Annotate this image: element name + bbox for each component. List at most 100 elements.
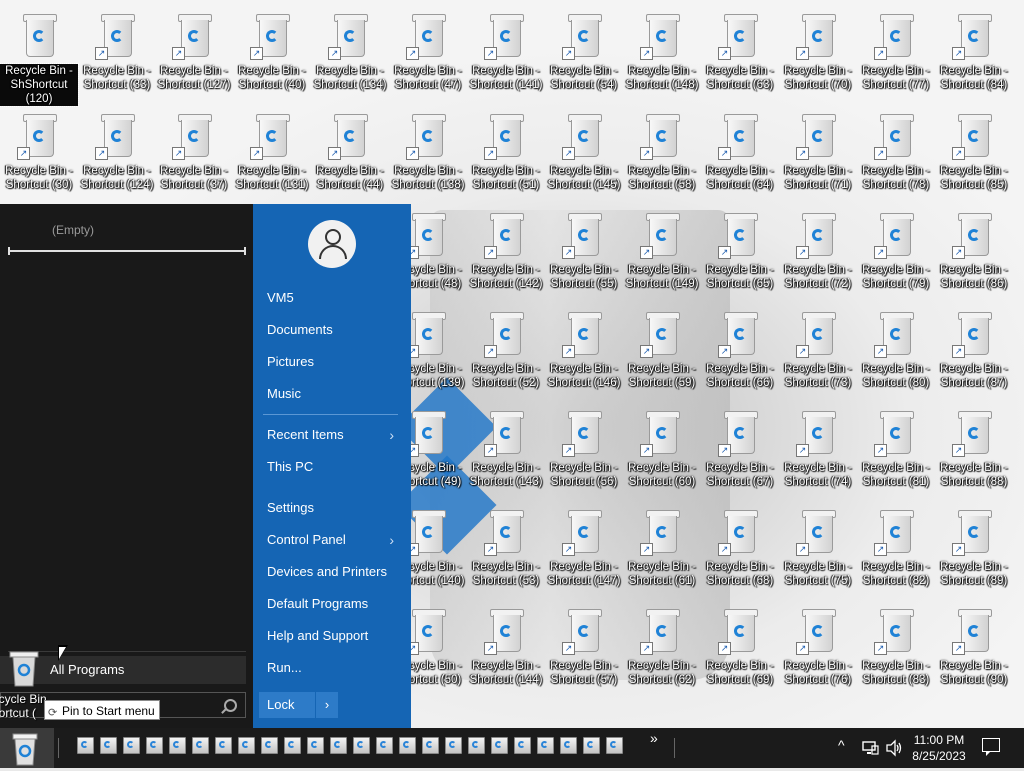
taskbar-recycle-bin-icon[interactable] bbox=[537, 737, 554, 754]
taskbar-recycle-bin-icon[interactable] bbox=[123, 737, 140, 754]
user-avatar-icon[interactable] bbox=[308, 220, 356, 268]
taskbar-recycle-bin-icon[interactable] bbox=[399, 737, 416, 754]
desktop-icon-recycle-bin-shortcut[interactable]: ↗ Recycle Bin - Shortcut (79) bbox=[857, 205, 935, 303]
desktop-icon-recycle-bin-shortcut[interactable]: ↗ Recycle Bin - Shortcut (127) bbox=[155, 6, 233, 104]
desktop-icon-recycle-bin-shortcut[interactable]: ↗ Recycle Bin - Shortcut (85) bbox=[935, 106, 1013, 204]
desktop-icon-recycle-bin-shortcut[interactable]: ↗ Recycle Bin - Shortcut (37) bbox=[155, 106, 233, 204]
desktop-icon-recycle-bin-shortcut[interactable]: ↗ Recycle Bin - Shortcut (84) bbox=[935, 6, 1013, 104]
taskbar-recycle-bin-icon[interactable] bbox=[330, 737, 347, 754]
taskbar-recycle-bin-icon[interactable] bbox=[514, 737, 531, 754]
desktop-icon-recycle-bin-shortcut[interactable]: ↗ Recycle Bin - Shortcut (131) bbox=[233, 106, 311, 204]
desktop-icon-recycle-bin-shortcut[interactable]: ↗ Recycle Bin - Shortcut (149) bbox=[623, 205, 701, 303]
all-programs-button[interactable]: All Programs bbox=[0, 651, 246, 687]
desktop-icon-recycle-bin-shortcut[interactable]: ↗ Recycle Bin - Shortcut (70) bbox=[779, 6, 857, 104]
system-clock[interactable]: 11:00 PM 8/25/2023 bbox=[904, 732, 974, 764]
start-menu-item-vm5[interactable]: VM5 bbox=[267, 290, 407, 305]
taskbar-recycle-bin-icon[interactable] bbox=[77, 737, 94, 754]
desktop-icon-recycle-bin-shortcut[interactable]: ↗ Recycle Bin - Shortcut (56) bbox=[545, 403, 623, 501]
tray-chevron-icon[interactable]: ^ bbox=[838, 737, 845, 753]
desktop-icon-recycle-bin-shortcut[interactable]: ↗ Recycle Bin - Shortcut (78) bbox=[857, 106, 935, 204]
notification-icon[interactable] bbox=[982, 738, 1000, 756]
taskbar-recycle-bin-icon[interactable] bbox=[215, 737, 232, 754]
desktop-icon-recycle-bin-shortcut[interactable]: ↗ Recycle Bin - Shortcut (47) bbox=[389, 6, 467, 104]
power-options-arrow-button[interactable]: › bbox=[315, 692, 338, 718]
desktop-icon-recycle-bin-shortcut[interactable]: ↗ Recycle Bin - Shortcut (63) bbox=[701, 6, 779, 104]
taskbar-recycle-bin-icon[interactable] bbox=[100, 737, 117, 754]
desktop-icon-recycle-bin-shortcut[interactable]: ↗ Recycle Bin - Shortcut (30) bbox=[0, 106, 78, 204]
desktop-icon-recycle-bin-shortcut[interactable]: ↗ Recycle Bin - Shortcut (81) bbox=[857, 403, 935, 501]
desktop-icon-recycle-bin-shortcut[interactable]: ↗ Recycle Bin - Shortcut (57) bbox=[545, 601, 623, 699]
start-menu-item-pictures[interactable]: Pictures bbox=[267, 354, 407, 369]
volume-icon[interactable] bbox=[885, 739, 903, 762]
desktop-icon-recycle-bin-shortcut[interactable]: ↗ Recycle Bin - Shortcut (53) bbox=[467, 502, 545, 600]
start-menu-item-run[interactable]: Run... bbox=[267, 660, 407, 675]
desktop-icon-recycle-bin-shortcut[interactable]: ↗ Recycle Bin - Shortcut (141) bbox=[467, 6, 545, 104]
start-menu-item-documents[interactable]: Documents bbox=[267, 322, 407, 337]
taskbar-recycle-bin-icon[interactable] bbox=[376, 737, 393, 754]
desktop-icon-recycle-bin-shortcut[interactable]: ↗ Recycle Bin - Shortcut (62) bbox=[623, 601, 701, 699]
lock-button[interactable]: Lock bbox=[259, 692, 315, 718]
start-menu-item-control-panel[interactable]: Control Panel › bbox=[267, 532, 407, 548]
taskbar-recycle-bin-icon[interactable] bbox=[169, 737, 186, 754]
desktop-icon-recycle-bin-shortcut[interactable]: ↗ Recycle Bin - Shortcut (146) bbox=[545, 304, 623, 402]
desktop-icon-recycle-bin-shortcut[interactable]: ↗ Recycle Bin - Shortcut (65) bbox=[701, 205, 779, 303]
start-menu-item-settings[interactable]: Settings bbox=[267, 500, 407, 515]
desktop-icon-recycle-bin-shortcut[interactable]: ↗ Recycle Bin - Shortcut (44) bbox=[311, 106, 389, 204]
start-button[interactable] bbox=[0, 728, 54, 768]
taskbar-recycle-bin-icon[interactable] bbox=[606, 737, 623, 754]
desktop-icon-recycle-bin-shortcut[interactable]: ↗ Recycle Bin - Shortcut (138) bbox=[389, 106, 467, 204]
desktop-icon-recycle-bin-shortcut[interactable]: ↗ Recycle Bin - Shortcut (145) bbox=[545, 106, 623, 204]
desktop-icon-recycle-bin-shortcut[interactable]: ↗ Recycle Bin - Shortcut (142) bbox=[467, 205, 545, 303]
desktop-icon-recycle-bin-shortcut[interactable]: ↗ Recycle Bin - Shortcut (77) bbox=[857, 6, 935, 104]
desktop-icon-recycle-bin-shortcut[interactable]: ↗ Recycle Bin - Shortcut (83) bbox=[857, 601, 935, 699]
desktop-icon-recycle-bin-shortcut[interactable]: ↗ Recycle Bin - Shortcut (90) bbox=[935, 601, 1013, 699]
taskbar-recycle-bin-icon[interactable] bbox=[192, 737, 209, 754]
desktop-icon-recycle-bin-shortcut[interactable]: ↗ Recycle Bin - Shortcut (124) bbox=[78, 106, 156, 204]
desktop-icon-recycle-bin-shortcut[interactable]: ↗ Recycle Bin - Shortcut (59) bbox=[623, 304, 701, 402]
desktop-icon-recycle-bin-shortcut[interactable]: ↗ Recycle Bin - Shortcut (82) bbox=[857, 502, 935, 600]
desktop-icon-recycle-bin-shortcut[interactable]: ↗ Recycle Bin - Shortcut (148) bbox=[623, 6, 701, 104]
desktop-icon-recycle-bin-shortcut[interactable]: ↗ Recycle Bin - Shortcut (89) bbox=[935, 502, 1013, 600]
desktop-icon-recycle-bin-shortcut[interactable]: ↗ Recycle Bin - Shortcut (58) bbox=[623, 106, 701, 204]
desktop-icon-recycle-bin-shortcut[interactable]: ↗ Recycle Bin - Shortcut (52) bbox=[467, 304, 545, 402]
desktop-icon-recycle-bin-shortcut[interactable]: ↗ Recycle Bin - Shortcut (67) bbox=[701, 403, 779, 501]
desktop-icon-recycle-bin-shortcut[interactable]: ↗ Recycle Bin - Shortcut (72) bbox=[779, 205, 857, 303]
start-menu-item-devices-and-printers[interactable]: Devices and Printers bbox=[267, 564, 407, 579]
taskbar-recycle-bin-icon[interactable] bbox=[422, 737, 439, 754]
taskbar-recycle-bin-icon[interactable] bbox=[468, 737, 485, 754]
desktop-icon-recycle-bin-shortcut[interactable]: ↗ Recycle Bin - Shortcut (144) bbox=[467, 601, 545, 699]
desktop-icon-recycle-bin-shortcut[interactable]: ↗ Recycle Bin - Shortcut (68) bbox=[701, 502, 779, 600]
desktop-icon-recycle-bin-shortcut[interactable]: ↗ Recycle Bin - Shortcut (40) bbox=[233, 6, 311, 104]
start-menu-item-this-pc[interactable]: This PC bbox=[267, 459, 407, 474]
desktop-icon-recycle-bin-shortcut[interactable]: ↗ Recycle Bin - Shortcut (33) bbox=[78, 6, 156, 104]
desktop-icon-recycle-bin-shortcut[interactable]: ↗ Recycle Bin - Shortcut (74) bbox=[779, 403, 857, 501]
start-menu-item-music[interactable]: Music bbox=[267, 386, 407, 401]
taskbar-recycle-bin-icon[interactable] bbox=[284, 737, 301, 754]
desktop-icon-recycle-bin-shortcut[interactable]: ↗ Recycle Bin - Shortcut (66) bbox=[701, 304, 779, 402]
desktop-icon-recycle-bin-shortcut[interactable]: ↗ Recycle Bin - Shortcut (71) bbox=[779, 106, 857, 204]
taskbar-recycle-bin-icon[interactable] bbox=[583, 737, 600, 754]
desktop-icon-recycle-bin-shortcut[interactable]: ↗ Recycle Bin - Shortcut (75) bbox=[779, 502, 857, 600]
taskbar-recycle-bin-icon[interactable] bbox=[261, 737, 278, 754]
taskbar-recycle-bin-icon[interactable] bbox=[146, 737, 163, 754]
desktop-icon-recycle-bin-shortcut[interactable]: ↗ Recycle Bin - Shortcut (87) bbox=[935, 304, 1013, 402]
taskbar-recycle-bin-icon[interactable] bbox=[491, 737, 508, 754]
start-menu-item-default-programs[interactable]: Default Programs bbox=[267, 596, 407, 611]
desktop-icon-recycle-bin-shortcut[interactable]: ↗ Recycle Bin - Shortcut (86) bbox=[935, 205, 1013, 303]
desktop-icon-recycle-bin-shortcut[interactable]: ↗ Recycle Bin - Shortcut (88) bbox=[935, 403, 1013, 501]
taskbar-recycle-bin-icon[interactable] bbox=[353, 737, 370, 754]
desktop-icon-recycle-bin-shortcut[interactable]: ↗ Recycle Bin - Shortcut (80) bbox=[857, 304, 935, 402]
taskbar-recycle-bin-icon[interactable] bbox=[445, 737, 462, 754]
taskbar-recycle-bin-icon[interactable] bbox=[307, 737, 324, 754]
desktop-icon-recycle-bin-shortcut[interactable]: ↗ Recycle Bin - Shortcut (143) bbox=[467, 403, 545, 501]
desktop-icon-recycle-bin-shortcut[interactable]: ↗ Recycle Bin - Shortcut (64) bbox=[701, 106, 779, 204]
desktop-icon-recycle-bin-shortcut[interactable]: ↗ Recycle Bin - Shortcut (54) bbox=[545, 6, 623, 104]
desktop-icon-recycle-bin-shortcut[interactable]: ↗ Recycle Bin - Shortcut (73) bbox=[779, 304, 857, 402]
network-icon[interactable] bbox=[862, 740, 880, 761]
desktop-icon-recycle-bin-shortcut[interactable]: Recycle Bin - ShShortcut (120) bbox=[0, 6, 79, 107]
desktop-icon-recycle-bin-shortcut[interactable]: ↗ Recycle Bin - Shortcut (55) bbox=[545, 205, 623, 303]
desktop-icon-recycle-bin-shortcut[interactable]: ↗ Recycle Bin - Shortcut (134) bbox=[311, 6, 389, 104]
taskbar-recycle-bin-icon[interactable] bbox=[238, 737, 255, 754]
desktop-icon-recycle-bin-shortcut[interactable]: ↗ Recycle Bin - Shortcut (51) bbox=[467, 106, 545, 204]
start-menu-item-help-and-support[interactable]: Help and Support bbox=[267, 628, 407, 643]
